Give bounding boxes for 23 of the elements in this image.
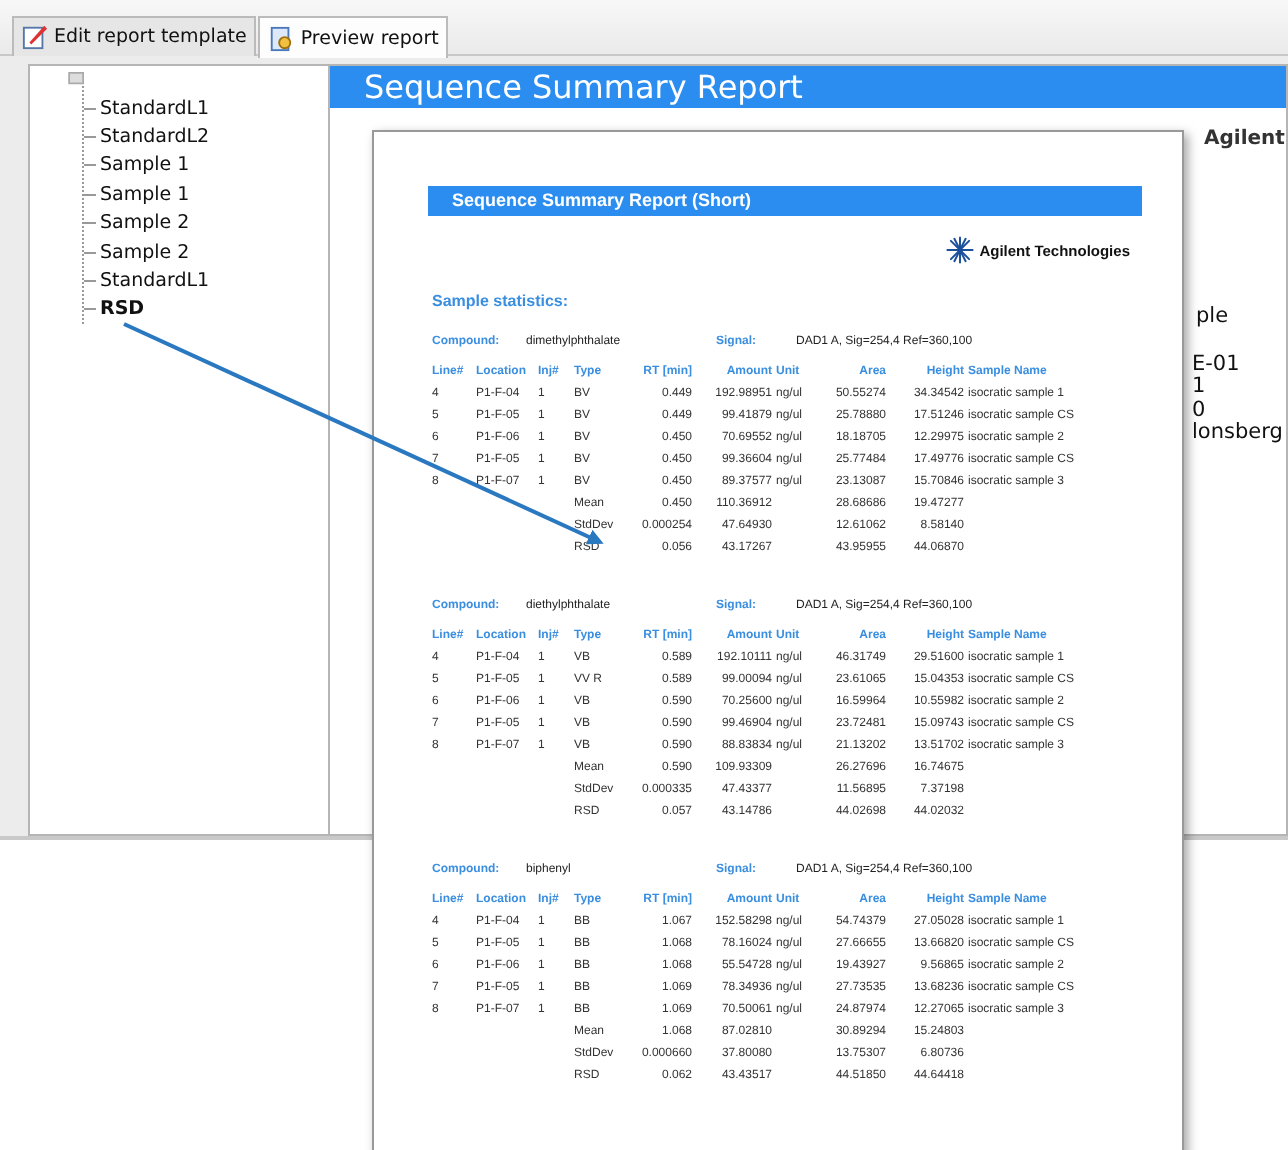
report-title-bar: Sequence Summary Report <box>330 66 1286 108</box>
tree-item[interactable]: Sample 1 <box>100 154 190 177</box>
tree-root-icon <box>68 72 86 86</box>
spark-logo-icon <box>945 236 974 264</box>
tree-item[interactable]: StandardL2 <box>100 126 210 149</box>
tree-item[interactable]: RSD <box>100 298 145 321</box>
tab[interactable]: Preview report <box>258 16 449 58</box>
tree-item[interactable]: Sample 2 <box>100 241 190 264</box>
report-banner: Sequence Summary Report (Short) <box>428 186 1142 216</box>
tree-item[interactable]: StandardL1 <box>100 270 210 293</box>
document-icon <box>268 25 295 51</box>
text-fragment: lonsberg <box>1192 422 1285 445</box>
tree-item[interactable]: Sample 1 <box>100 183 190 206</box>
logo-text: Agilent <box>1202 128 1286 150</box>
notepad-pencil-icon <box>22 24 48 50</box>
tree-item[interactable]: Sample 2 <box>100 212 190 235</box>
section-title: Sample statistics: <box>432 292 571 314</box>
text-fragment: 0 <box>1192 399 1208 422</box>
text-fragment: E-01 <box>1192 353 1242 376</box>
text-fragment: ple <box>1194 306 1231 329</box>
text-fragment: 1 <box>1192 376 1208 399</box>
tree-item[interactable]: StandardL1 <box>100 97 210 120</box>
tab[interactable]: Edit report template <box>12 16 257 56</box>
